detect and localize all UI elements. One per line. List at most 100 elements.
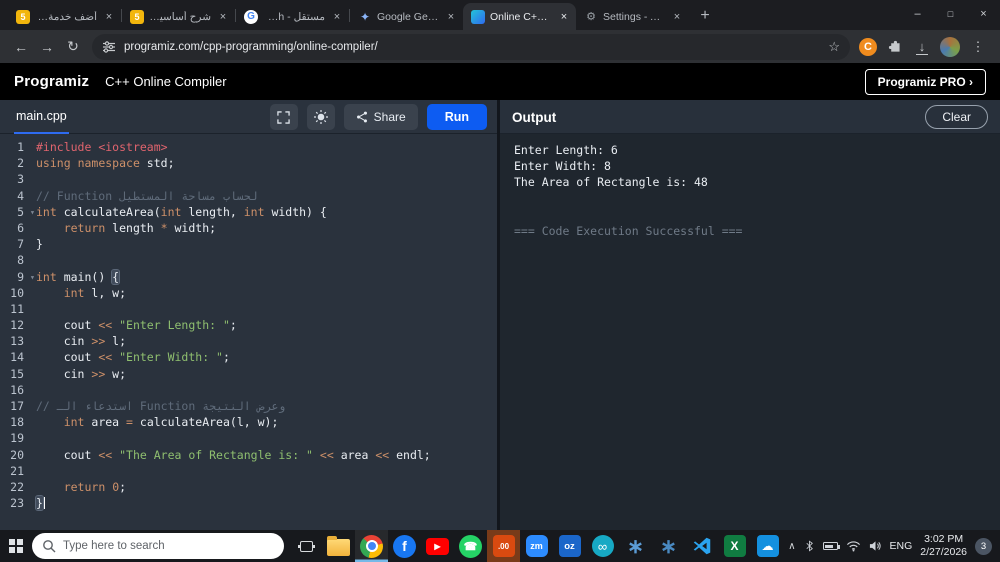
bookmark-star-icon[interactable]: ☆ <box>828 39 840 55</box>
app-vscode[interactable] <box>685 530 718 562</box>
programiz-favicon <box>471 9 485 24</box>
fullscreen-button[interactable] <box>269 104 298 130</box>
search-input[interactable] <box>63 540 253 552</box>
tab-title: شرح أساسيات البرمجة <box>149 10 211 23</box>
programiz-pro-button[interactable]: Programiz PRO › <box>864 68 986 95</box>
asterisk-app-icon: ∗ <box>660 535 677 558</box>
app-facebook[interactable]: f <box>388 530 421 562</box>
app-excel[interactable]: X <box>718 530 751 562</box>
oz-app-icon: oz <box>558 535 581 557</box>
excel-icon: X <box>723 535 746 557</box>
editor-header: main.cpp Share Run <box>0 100 497 134</box>
whatsapp-icon: ☎ <box>459 534 482 558</box>
notification-favicon: 5 <box>16 9 30 24</box>
app-chrome[interactable] <box>355 530 388 562</box>
app-oz[interactable]: oz <box>553 530 586 562</box>
tab-title: Google Gemini <box>377 10 439 23</box>
app-infinity[interactable]: ∞ <box>586 530 619 562</box>
battery-icon[interactable] <box>822 542 840 550</box>
windows-logo-icon <box>8 538 24 554</box>
output-title: Output <box>512 109 557 125</box>
browser-tab[interactable]: ✦ Google Gemini × <box>350 3 463 30</box>
theme-toggle-button[interactable] <box>306 104 335 130</box>
app-youtube[interactable]: ▶ <box>421 530 454 562</box>
profile-avatar[interactable] <box>940 36 960 57</box>
tab-title: Settings - Appearance <box>603 10 665 23</box>
expand-icon <box>277 110 290 124</box>
code-lines[interactable]: #include <iostream> using namespace std; … <box>36 139 497 530</box>
folder-icon <box>327 536 350 556</box>
tab-settings[interactable]: ⚙ Settings - Appearance × <box>576 3 689 30</box>
notification-badge[interactable]: 3 <box>975 537 992 555</box>
share-label: Share <box>373 110 406 124</box>
programiz-logo[interactable]: Programiz <box>14 73 89 90</box>
date-text: 2/27/2026 <box>920 546 967 558</box>
output-panel: Output Clear Enter Length: 6 Enter Width:… <box>500 100 1000 530</box>
new-tab-button[interactable]: + <box>691 2 719 30</box>
bluetooth-icon[interactable] <box>804 539 815 553</box>
chrome-icon <box>360 534 383 558</box>
tab-title: أضف خدمة جديدة - خ <box>35 10 97 23</box>
start-button[interactable] <box>0 530 32 562</box>
tab-close-icon[interactable]: × <box>330 10 344 24</box>
tab-close-icon[interactable]: × <box>670 10 684 24</box>
share-button[interactable]: Share <box>343 104 418 130</box>
tab-close-icon[interactable]: × <box>444 10 458 24</box>
volume-icon[interactable] <box>869 540 882 552</box>
site-header: Programiz C++ Online Compiler Programiz … <box>0 63 1000 100</box>
extensions-puzzle-icon[interactable] <box>882 35 906 59</box>
file-tab-main-cpp[interactable]: main.cpp <box>14 100 69 134</box>
code-editor[interactable]: 1 2 3 4 5 ▾ 6 7 8 9 ▾ 10 11 12 13 14 15 16 17 18 19 20 21 22 23 … <box>0 134 497 530</box>
back-icon[interactable]: ← <box>8 34 34 60</box>
download-icon[interactable]: ↓ <box>910 35 934 59</box>
clear-button[interactable]: Clear <box>925 105 988 129</box>
run-button[interactable]: Run <box>426 104 487 130</box>
address-bar[interactable]: programiz.com/cpp-programming/online-com… <box>92 33 850 60</box>
infinity-app-icon: ∞ <box>591 535 614 557</box>
browser-tab[interactable]: G مستقل - Google Search × <box>236 3 349 30</box>
app-zoom[interactable]: zm <box>520 530 553 562</box>
tab-title: Online C++ Compiler <box>490 10 552 23</box>
refresh-icon[interactable]: ↻ <box>60 34 86 60</box>
app-money[interactable]: .00 <box>487 530 520 562</box>
minimize-button[interactable]: – <box>901 0 934 28</box>
output-lines: Enter Length: 6 Enter Width: 8 The Area of… <box>514 143 743 239</box>
window-close-button[interactable]: × <box>967 0 1000 28</box>
task-view-button[interactable] <box>290 530 322 562</box>
maximize-button[interactable]: □ <box>934 0 967 28</box>
hidden-icons-chevron[interactable]: ∧ <box>788 541 795 552</box>
extension-c-icon[interactable]: C <box>859 37 877 56</box>
clock[interactable]: 3:02 PM 2/27/2026 <box>920 533 967 559</box>
url-text[interactable]: programiz.com/cpp-programming/online-com… <box>124 41 820 53</box>
app-cloud[interactable]: ☁ <box>751 530 784 562</box>
app-whatsapp[interactable]: ☎ <box>454 530 487 562</box>
language-indicator[interactable]: ENG <box>890 540 913 552</box>
zoom-icon: zm <box>525 535 548 557</box>
tab-close-icon[interactable]: × <box>216 10 230 24</box>
tab-online-cpp-compiler[interactable]: Online C++ Compiler × <box>463 3 576 30</box>
money-app-icon: .00 <box>492 535 515 557</box>
taskbar-search[interactable] <box>32 533 284 559</box>
browser-tab[interactable]: 5 شرح أساسيات البرمجة × <box>122 3 235 30</box>
browser-window: 5 أضف خدمة جديدة - خ × 5 شرح أساسيات الب… <box>0 0 1000 562</box>
browser-menu-icon[interactable]: ⋮ <box>966 35 990 59</box>
forward-icon[interactable]: → <box>34 34 60 60</box>
site-settings-icon[interactable] <box>102 40 116 54</box>
vscode-icon <box>693 537 710 555</box>
facebook-icon: f <box>393 534 416 558</box>
wifi-icon[interactable] <box>846 540 861 552</box>
app-asterisk-2[interactable]: ∗ <box>652 530 685 562</box>
share-icon <box>356 111 367 123</box>
youtube-icon: ▶ <box>426 537 449 555</box>
cloud-app-icon: ☁ <box>756 535 779 557</box>
task-view-icon <box>299 540 313 552</box>
app-asterisk-1[interactable]: ∗ <box>619 530 652 562</box>
browser-tab[interactable]: 5 أضف خدمة جديدة - خ × <box>8 3 121 30</box>
tab-close-icon[interactable]: × <box>557 10 571 24</box>
system-tray: ∧ ENG 3:02 PM 2/27/2026 3 <box>788 533 1000 559</box>
editor-panel: main.cpp Share Run 1 2 3 4 5 ▾ 6 7 8 9 ▾ 10 1 <box>0 100 497 530</box>
tab-close-icon[interactable]: × <box>102 10 116 24</box>
gear-favicon: ⚙ <box>586 11 596 23</box>
editor-actions: Share Run <box>269 104 487 130</box>
app-file-explorer[interactable] <box>322 530 355 562</box>
